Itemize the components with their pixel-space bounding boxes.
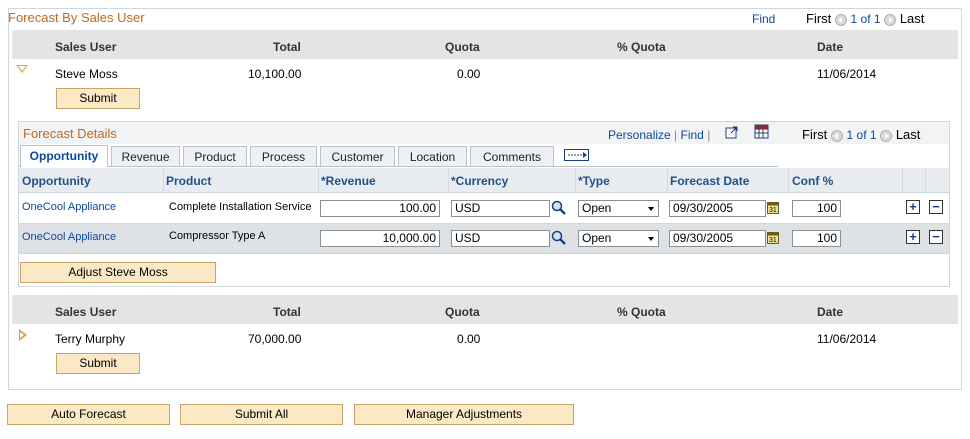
first-label: First	[806, 11, 832, 26]
col-total: Total	[273, 40, 301, 54]
user-name: Steve Moss	[55, 67, 118, 81]
calendar-icon[interactable]: 31	[767, 201, 780, 215]
conf-field[interactable]: 100	[792, 200, 841, 217]
svg-text:31: 31	[769, 207, 777, 214]
show-tabs-icon[interactable]	[564, 148, 590, 162]
user-total: 70,000.00	[248, 332, 302, 346]
last-label: Last	[899, 11, 925, 26]
delete-row-icon[interactable]: −	[929, 230, 943, 244]
col-sales-user: Sales User	[55, 305, 117, 319]
col-opportunity: Opportunity	[22, 174, 91, 188]
conf-field[interactable]: 100	[792, 230, 841, 247]
add-row-icon[interactable]: +	[906, 230, 920, 244]
details-find-link[interactable]: Find	[681, 128, 704, 142]
section-nav: First 1 of 1 Last	[806, 11, 924, 26]
col-date: Date	[817, 40, 844, 54]
col-quota: Quota	[445, 305, 480, 319]
col-forecast-date: Forecast Date	[670, 174, 750, 188]
auto-forecast-button[interactable]: Auto Forecast	[7, 404, 170, 425]
col-total: Total	[273, 305, 301, 319]
expand-icon-inner	[20, 332, 24, 338]
details-first-label: First	[802, 127, 828, 142]
opportunity-link[interactable]: OneCool Appliance	[22, 201, 116, 213]
currency-field[interactable]: USD	[451, 200, 550, 217]
col-sales-user: Sales User	[55, 40, 117, 54]
personalize-link[interactable]: Personalize	[608, 128, 671, 142]
col-pct-quota: % Quota	[617, 305, 666, 319]
tab-location[interactable]: Location	[398, 146, 467, 166]
details-previous-icon[interactable]	[830, 129, 843, 142]
user-date: 11/06/2014	[817, 332, 877, 346]
delete-row-icon[interactable]: −	[929, 200, 943, 214]
submit-button[interactable]: Submit	[56, 88, 140, 109]
details-next-icon[interactable]	[880, 129, 893, 142]
lookup-icon[interactable]	[551, 200, 567, 216]
previous-icon[interactable]	[834, 13, 847, 26]
manager-adjustments-button[interactable]: Manager Adjustments	[354, 404, 574, 425]
adjust-button[interactable]: Adjust Steve Moss	[20, 262, 216, 283]
forecast-date-field[interactable]: 09/30/2005	[669, 200, 766, 217]
revenue-field[interactable]: 100.00	[320, 200, 440, 217]
user-quota: 0.00	[457, 332, 481, 346]
user-name: Terry Murphy	[55, 332, 126, 346]
opportunity-link[interactable]: OneCool Appliance	[22, 231, 116, 243]
col-currency: *Currency	[451, 174, 509, 188]
svg-text:31: 31	[769, 237, 777, 244]
add-row-icon[interactable]: +	[906, 200, 920, 214]
revenue-field[interactable]: 10,000.00	[320, 230, 440, 247]
product-text: Complete Installation Service	[169, 201, 312, 213]
view-all-icon[interactable]	[725, 125, 739, 139]
section-title: Forecast By Sales User	[8, 10, 145, 25]
details-toolbar: Personalize | Find |	[608, 128, 711, 142]
product-text: Compressor Type A	[169, 230, 266, 242]
user-quota: 0.00	[457, 67, 481, 81]
user-date: 11/06/2014	[817, 67, 877, 81]
tab-revenue[interactable]: Revenue	[111, 146, 180, 166]
currency-field[interactable]: USD	[451, 230, 550, 247]
download-icon[interactable]	[754, 124, 770, 140]
col-product: Product	[166, 174, 212, 188]
user-total: 10,100.00	[248, 67, 302, 81]
submit-button[interactable]: Submit	[56, 353, 140, 374]
find-link[interactable]: Find	[752, 12, 775, 26]
type-select[interactable]: Open	[578, 200, 659, 217]
tab-opportunity[interactable]: Opportunity	[20, 145, 108, 167]
tab-process[interactable]: Process	[250, 146, 317, 166]
col-date: Date	[817, 305, 844, 319]
details-last-label: Last	[895, 127, 921, 142]
type-select[interactable]: Open	[578, 230, 659, 247]
details-row-count: 1 of 1	[846, 128, 877, 142]
col-type: *Type	[578, 174, 610, 188]
collapse-icon-inner	[18, 66, 26, 71]
col-revenue: *Revenue	[321, 174, 376, 188]
forecast-date-field[interactable]: 09/30/2005	[669, 230, 766, 247]
details-title: Forecast Details	[23, 126, 117, 141]
tab-customer[interactable]: Customer	[320, 146, 395, 166]
calendar-icon[interactable]: 31	[767, 231, 780, 245]
lookup-icon[interactable]	[551, 230, 567, 246]
col-quota: Quota	[445, 40, 480, 54]
submit-all-button[interactable]: Submit All	[180, 404, 343, 425]
row-count: 1 of 1	[850, 12, 881, 26]
tab-product[interactable]: Product	[183, 146, 247, 166]
col-pct-quota: % Quota	[617, 40, 666, 54]
next-icon[interactable]	[884, 13, 897, 26]
tab-comments[interactable]: Comments	[470, 146, 554, 166]
col-conf: Conf %	[792, 174, 834, 188]
details-nav: First 1 of 1 Last	[802, 127, 920, 142]
